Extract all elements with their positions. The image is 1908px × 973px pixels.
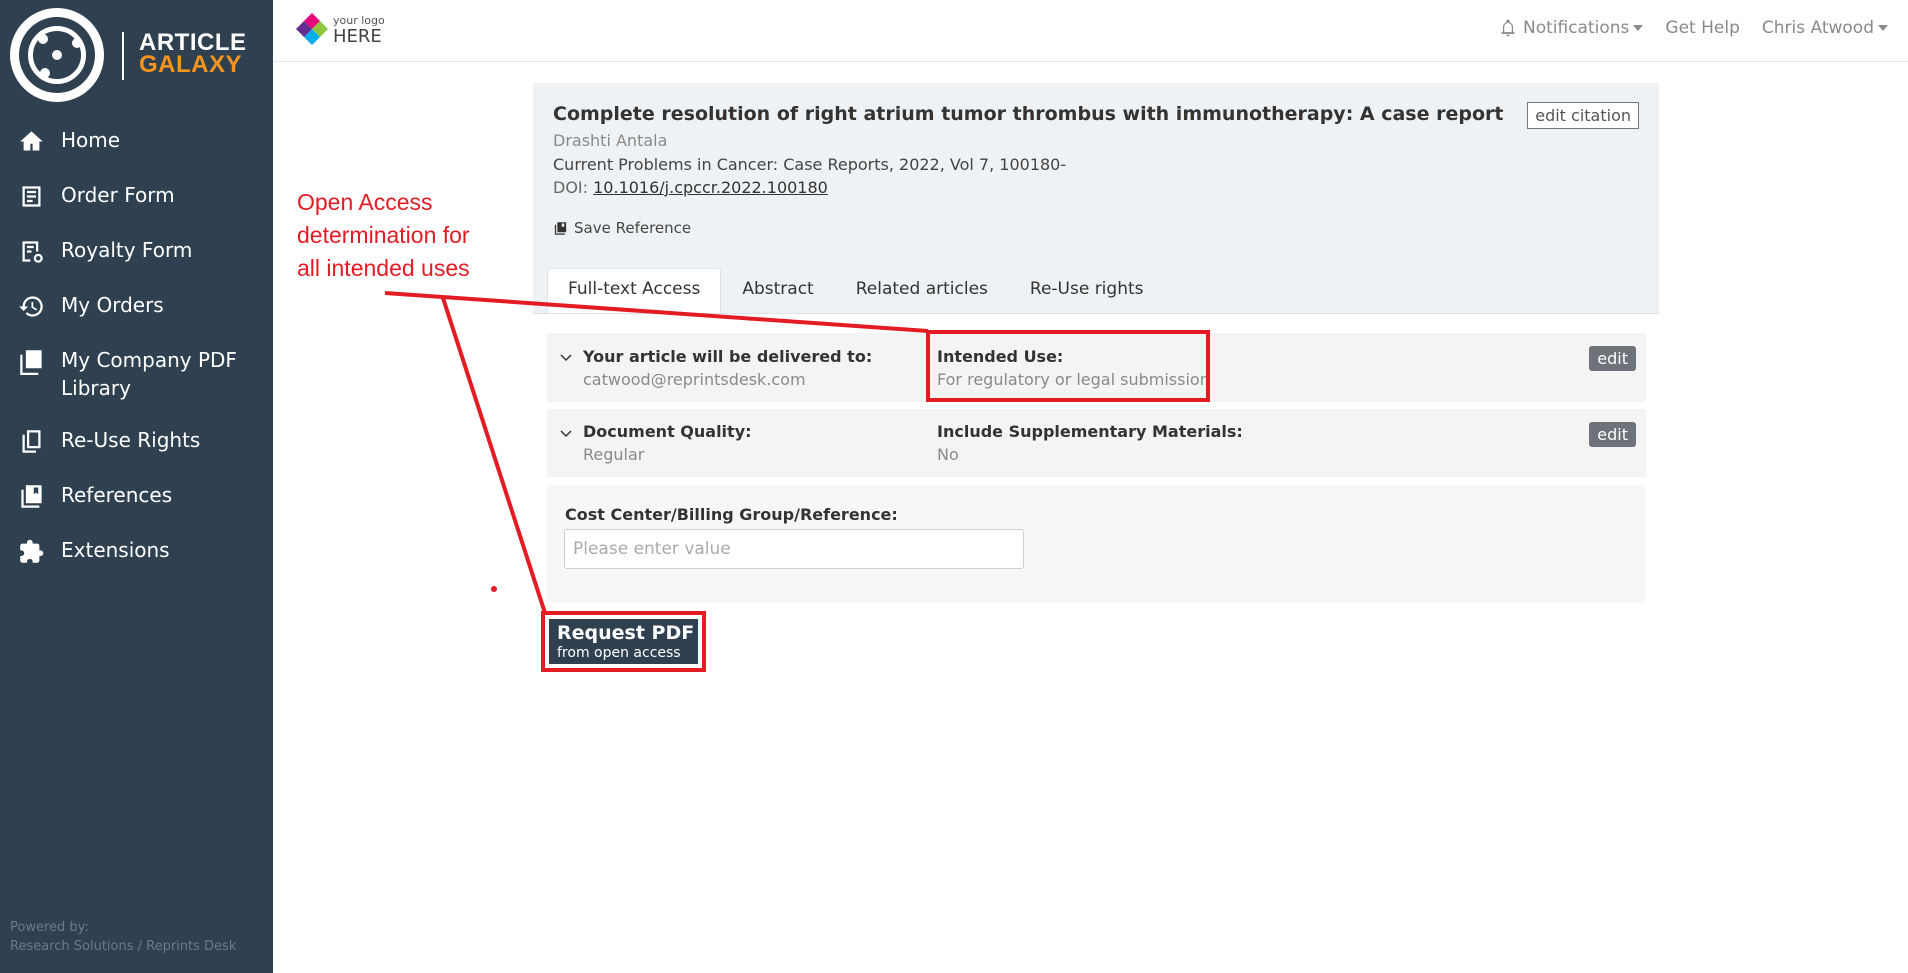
get-help-label: Get Help [1665,18,1740,38]
pdf-icon [18,348,45,375]
chevron-down-icon [1633,25,1644,31]
sidebar-item-royalty-form[interactable]: Royalty Form [0,236,273,291]
home-icon [18,128,45,155]
cost-center-label: Cost Center/Billing Group/Reference: [565,505,898,524]
bell-icon [1501,19,1515,37]
tab-full-text-access[interactable]: Full-text Access [547,268,722,313]
tab-reuse-rights[interactable]: Re-Use rights [1009,268,1165,313]
powered-by-label: Powered by: [10,920,89,935]
article-author: Drashti Antala [553,131,668,150]
document-quality-label: Document Quality: [583,422,752,441]
edit-delivery-button[interactable]: edit [1589,346,1636,371]
doi-link[interactable]: 10.1016/j.cpccr.2022.100180 [593,178,828,197]
sidebar: ARTICLE GALAXY Home Order Form Royalty F… [0,0,273,973]
request-pdf-sublabel: from open access [557,645,681,661]
history-icon [18,293,45,320]
chevron-down-icon[interactable] [559,351,573,365]
tabs-divider [533,313,1659,314]
request-pdf-highlight: Request PDF from open access [541,611,706,672]
tab-abstract[interactable]: Abstract [721,268,834,313]
sidebar-item-label: My Company PDF Library [61,348,237,400]
delivery-label: Your article will be delivered to: [583,347,873,366]
annotation-line-3: all intended uses [297,255,470,281]
edit-quality-button[interactable]: edit [1589,422,1636,447]
powered-by: Powered by: Research Solutions / Reprint… [10,918,236,956]
annotation-line-to-request [441,297,547,614]
logo-mark-icon [10,8,104,102]
tab-related-articles[interactable]: Related articles [835,268,1009,313]
bookmark-icon [554,221,567,235]
brand-name: ARTICLE GALAXY [139,31,247,78]
annotation-line-2: determination for [297,222,470,248]
sidebar-nav: Home Order Form Royalty Form My Orders M… [0,126,273,591]
supplementary-label: Include Supplementary Materials: [937,422,1243,441]
article-title: Complete resolution of right atrium tumo… [553,103,1504,125]
article-journal: Current Problems in Cancer: Case Reports… [553,155,1067,174]
sidebar-item-pdf-library[interactable]: My Company PDF Library [0,346,273,426]
chevron-down-icon[interactable] [559,427,573,441]
article-galaxy-logo[interactable]: ARTICLE GALAXY [10,8,260,104]
get-help-link[interactable]: Get Help [1665,18,1739,38]
sidebar-item-label: References [61,483,173,507]
request-pdf-button[interactable]: Request PDF from open access [549,619,698,664]
delivery-email: catwood@reprintsdesk.com [583,370,806,389]
logo-big-text: HERE [333,26,382,47]
sidebar-item-home[interactable]: Home [0,126,273,181]
brand-line-2: GALAXY [139,51,243,78]
sidebar-item-label: Home [61,128,121,152]
notifications-label: Notifications [1523,18,1630,38]
sidebar-item-references[interactable]: References [0,481,273,536]
save-reference-label: Save Reference [574,219,692,237]
annotation-dot [491,586,497,592]
sidebar-item-order-form[interactable]: Order Form [0,181,273,236]
sidebar-item-my-orders[interactable]: My Orders [0,291,273,346]
sidebar-item-extensions[interactable]: Extensions [0,536,273,591]
supplementary-value: No [937,445,959,464]
books-icon [18,483,45,510]
copy-icon [18,428,45,455]
quality-row: Document Quality: Regular Include Supple… [547,409,1646,477]
sidebar-item-label: Extensions [61,538,170,562]
logo-divider [122,32,124,80]
logo-diamond-icon [296,13,328,45]
sidebar-item-label: Royalty Form [61,238,193,262]
top-nav-links: Notifications Get Help Chris Atwood [1498,18,1888,38]
edit-citation-button[interactable]: edit citation [1527,102,1639,129]
doi-label: DOI: [553,178,589,197]
puzzle-icon [18,538,45,565]
cost-center-section: Cost Center/Billing Group/Reference: [547,485,1646,603]
user-name: Chris Atwood [1761,18,1874,38]
document-quality-value: Regular [583,445,645,464]
chevron-down-icon [1878,25,1888,31]
sidebar-item-reuse-rights[interactable]: Re-Use Rights [0,426,273,481]
sidebar-item-label: Re-Use Rights [61,428,201,452]
save-reference-button[interactable]: Save Reference [553,219,691,237]
intended-use-highlight [926,330,1210,402]
royalty-form-icon [18,238,45,265]
annotation-line-1: Open Access [297,189,433,215]
form-icon [18,183,45,210]
cost-center-input[interactable] [564,529,1024,569]
company-logo[interactable]: your logo HERE [295,10,405,50]
sidebar-item-label: Order Form [61,183,175,207]
notifications-dropdown[interactable]: Notifications [1498,18,1644,38]
user-menu[interactable]: Chris Atwood [1762,18,1888,38]
citation-card: Complete resolution of right atrium tumo… [533,83,1659,314]
article-doi: DOI: 10.1016/j.cpccr.2022.100180 [553,178,828,197]
sidebar-item-label: My Orders [61,293,164,317]
powered-by-company: Research Solutions / Reprints Desk [10,939,237,954]
annotation-callout: Open Access determination for all intend… [297,186,517,285]
request-pdf-label: Request PDF [557,622,695,644]
top-navbar: your logo HERE Notifications Get Help Ch… [273,0,1908,62]
article-tabs: Full-text Access Abstract Related articl… [547,268,1165,313]
